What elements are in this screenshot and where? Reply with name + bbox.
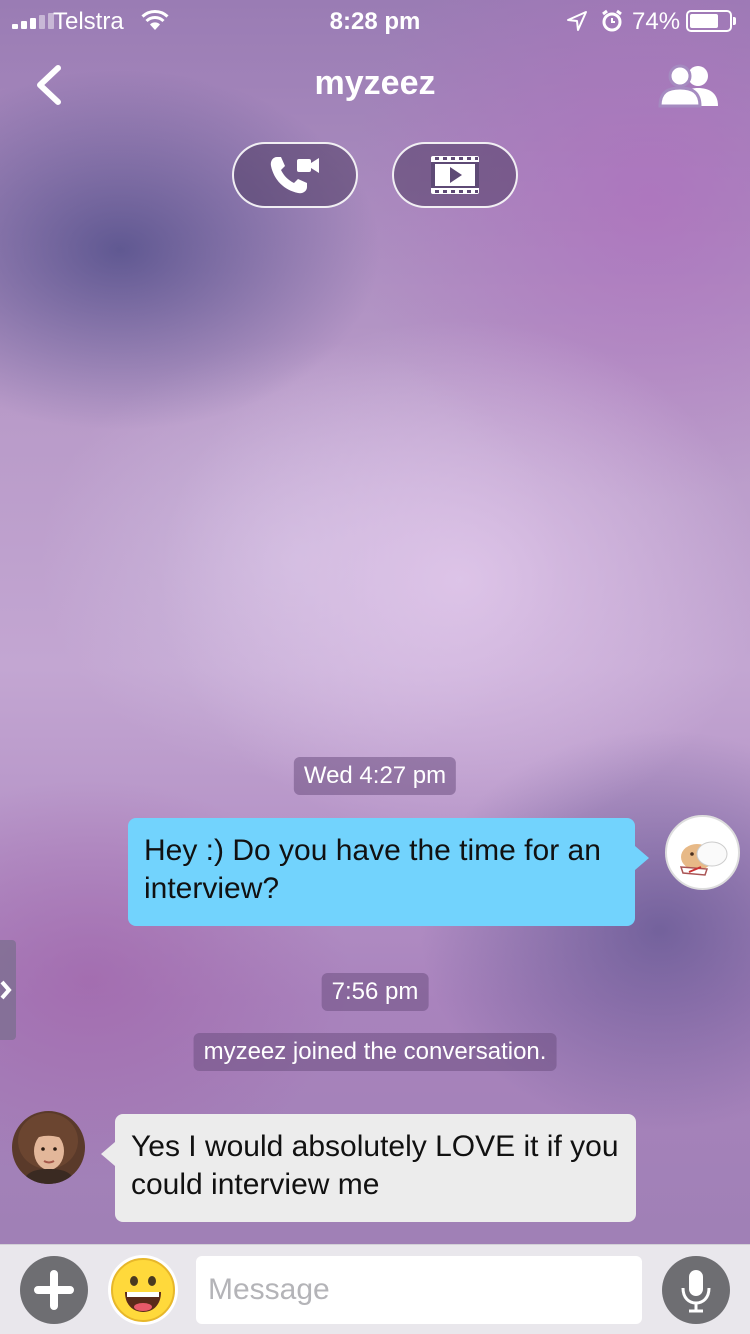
outgoing-message-bubble[interactable]: Hey :) Do you have the time for an inter… bbox=[128, 818, 649, 926]
media-button[interactable] bbox=[392, 142, 518, 208]
alarm-icon bbox=[602, 9, 622, 32]
self-avatar[interactable] bbox=[665, 815, 740, 890]
incoming-message-bubble[interactable]: Yes I would absolutely LOVE it if you co… bbox=[101, 1114, 636, 1222]
battery-percent: 74% bbox=[632, 8, 681, 35]
battery-fill bbox=[690, 14, 718, 28]
battery-nub bbox=[733, 17, 736, 25]
message-input[interactable] bbox=[196, 1256, 642, 1324]
conversation-title: myzeez bbox=[314, 64, 436, 102]
message-input-bar bbox=[0, 1244, 750, 1334]
people-icon bbox=[658, 64, 718, 108]
contact-photo-image bbox=[12, 1111, 85, 1184]
side-drawer-handle[interactable] bbox=[0, 940, 16, 1040]
chevron-right-icon bbox=[0, 980, 12, 1000]
battery-icon bbox=[686, 10, 732, 32]
timestamp: Wed 4:27 pm bbox=[293, 757, 457, 795]
microphone-button[interactable] bbox=[662, 1256, 730, 1324]
status-bar: Telstra 8:28 pm 74% bbox=[0, 0, 750, 40]
timestamp: 7:56 pm bbox=[321, 973, 429, 1011]
film-play-icon bbox=[431, 156, 479, 194]
contact-avatar[interactable] bbox=[12, 1111, 85, 1184]
phone-video-icon bbox=[270, 157, 319, 194]
microphone-icon bbox=[681, 1270, 711, 1313]
members-button[interactable] bbox=[656, 62, 722, 108]
plus-icon bbox=[34, 1270, 74, 1310]
emoji-icon bbox=[111, 1258, 175, 1322]
system-message: myzeez joined the conversation. bbox=[193, 1033, 557, 1071]
sticker-avatar-image bbox=[679, 841, 728, 876]
call-button[interactable] bbox=[232, 142, 358, 208]
emoji-button[interactable] bbox=[108, 1255, 178, 1325]
attach-button[interactable] bbox=[20, 1256, 88, 1324]
incoming-message-text: Yes I would absolutely LOVE it if you co… bbox=[131, 1130, 619, 1201]
location-arrow-icon bbox=[567, 11, 587, 31]
outgoing-message-text: Hey :) Do you have the time for an inter… bbox=[144, 834, 601, 905]
